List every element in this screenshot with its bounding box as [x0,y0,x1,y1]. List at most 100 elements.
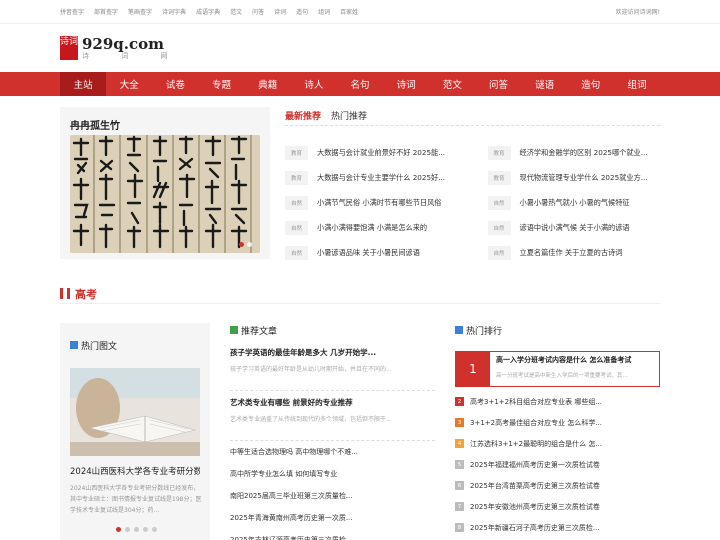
nav-item[interactable]: 诗人 [291,72,337,96]
carousel-dot[interactable] [247,242,252,247]
news-item[interactable]: 教育 现代物流管理专业学什么 2025就业方... [487,165,661,190]
ranking-top-item[interactable]: 1 高一入学分班考试内容是什么 怎么准备考试 高一分班考试是高中新生入学后的一项… [455,351,660,387]
hero-image[interactable] [70,135,260,253]
article-link[interactable]: 2025年吉林辽源高考历史第三次质检... [230,529,435,540]
top-link[interactable]: 笔画查字 [128,7,152,16]
rank-summary: 高一分班考试是高中新生入学后的一项重要考试，其... [496,373,628,379]
rank-title[interactable]: 2025年福建福州高考历史第一次质检试卷 [470,460,600,470]
rank-number: 3 [455,418,464,427]
nav-item[interactable]: 范文 [429,72,475,96]
top-link[interactable]: 成语字典 [196,7,220,16]
tab-latest[interactable]: 最新推荐 [285,109,321,122]
news-title[interactable]: 小暑小暑热气就小 小暑的气候特征 [520,198,630,208]
ranking-item[interactable]: 8 2025年新疆石河子高考历史第三次质检... [455,517,660,538]
news-item[interactable]: 教育 大数据与会计就业前景好不好 2025能... [285,140,458,165]
top-link[interactable]: 造句 [296,7,308,16]
welcome-text: 欢迎访问诗词网! [615,9,660,16]
article-link[interactable]: 南阳2025届高三毕业班第三次质量检... [230,485,435,507]
nav-item[interactable]: 问答 [475,72,521,96]
nav-item[interactable]: 典籍 [245,72,291,96]
nav-item[interactable]: 造句 [568,72,614,96]
article-title[interactable]: 艺术类专业有哪些 前景好的专业推荐 [230,397,435,408]
logo-icon[interactable]: 诗词 [60,36,78,60]
rank-title[interactable]: 江苏选科3+1+2最聪明的组合是什么 怎... [470,439,602,449]
nav-item[interactable]: 谜语 [522,72,568,96]
rank-title[interactable]: 2025年安徽池州高考历史第三次质检试卷 [470,502,600,512]
image-icon [70,341,78,349]
rank-title[interactable]: 高一入学分班考试内容是什么 怎么准备考试 [496,355,631,365]
news-item[interactable]: 自然 小满节气民俗 小满时节有哪些节日风俗 [285,190,458,215]
article-link[interactable]: 中等生适合选物理吗 高中物理哪个不难... [230,441,435,463]
news-title[interactable]: 立夏名篇佳作 关于立夏的古诗词 [520,248,623,258]
nav-item[interactable]: 诗词 [383,72,429,96]
news-item[interactable]: 自然 小暑谚语品味 关于小暑民间谚语 [285,240,458,265]
news-title[interactable]: 小暑谚语品味 关于小暑民间谚语 [317,248,420,258]
article-summary: 孩子学习英语的最好年龄是从幼儿时期开始，并且在不同的... [230,366,392,373]
feature-image[interactable] [70,368,200,456]
nav-item[interactable]: 大全 [106,72,152,96]
top-link[interactable]: 百家姓 [340,7,358,16]
rank-title[interactable]: 3+1+2高考最佳组合对应专业 怎么科学... [470,418,602,428]
news-title[interactable]: 小满节气民俗 小满时节有哪些节日风俗 [317,198,441,208]
ranking-item[interactable]: 3 3+1+2高考最佳组合对应专业 怎么科学... [455,412,660,433]
article-title[interactable]: 孩子学英语的最佳年龄是多大 几岁开始学... [230,347,435,358]
nav-item[interactable]: 专题 [198,72,244,96]
news-title[interactable]: 小满小满得要饱满 小满是怎么来的 [317,223,427,233]
logo-row: 诗词 929q.com 诗 词 网 [0,24,720,72]
nav-item[interactable]: 组词 [614,72,660,96]
carousel-dot[interactable] [134,527,139,532]
hero-title[interactable]: 冉冉孤生竹 [60,107,270,133]
rank-title[interactable]: 2025年新疆石河子高考历史第三次质检... [470,523,600,533]
news-item[interactable]: 教育 大数据与会计专业主要学什么 2025好... [285,165,458,190]
news-item[interactable]: 自然 谚语中说小满气候 关于小满的谚语 [487,215,661,240]
tab-hot[interactable]: 热门推荐 [331,109,367,122]
news-tag: 自然 [487,220,511,235]
nav-item-home[interactable]: 主站 [60,72,107,96]
news-item[interactable]: 自然 立夏名篇佳作 关于立夏的古诗词 [487,240,661,265]
ranking-item[interactable]: 5 2025年福建福州高考历史第一次质检试卷 [455,454,660,475]
rank-title[interactable]: 高考3+1+2科目组合对应专业表 哪些组... [470,397,602,407]
top-link[interactable]: 范文 [230,7,242,16]
news-list: 教育 大数据与会计就业前景好不好 2025能... 教育 经济学和金融学的区别 20… [285,140,660,265]
carousel-dots [239,242,252,247]
rank-title[interactable]: 2025年台湾苗栗高考历史第三次质检试卷 [470,481,600,491]
top-link[interactable]: 诗词字典 [162,7,186,16]
article-link[interactable]: 2025年青海黄南州高考历史第一次质... [230,507,435,529]
carousel-dot[interactable] [239,242,244,247]
news-item[interactable]: 自然 小暑小暑热气就小 小暑的气候特征 [487,190,661,215]
feature-title[interactable]: 2024山西医科大学各专业考研分数线... [70,465,200,477]
carousel-dot[interactable] [116,527,121,532]
carousel-dot[interactable] [125,527,130,532]
ranking-icon [455,326,463,334]
news-title[interactable]: 大数据与会计就业前景好不好 2025能... [317,148,445,158]
rank-number: 8 [455,523,464,532]
news-item[interactable]: 教育 经济学和金融学的区别 2025哪个就业... [487,140,661,165]
nav-item[interactable]: 试卷 [152,72,198,96]
top-link[interactable]: 组词 [318,7,330,16]
top-link[interactable]: 部首查字 [94,7,118,16]
hero-carousel[interactable]: 冉冉孤生竹 [60,107,270,259]
news-title[interactable]: 大数据与会计专业主要学什么 2025好... [317,173,445,183]
news-title[interactable]: 现代物流管理专业学什么 2025就业方... [520,173,648,183]
top-link[interactable]: 诗词 [274,7,286,16]
featured-article[interactable]: 孩子学英语的最佳年龄是多大 几岁开始学... 孩子学习英语的最好年龄是从幼儿时期… [230,347,435,391]
news-item[interactable]: 自然 小满小满得要饱满 小满是怎么来的 [285,215,458,240]
nav-item[interactable]: 名句 [337,72,383,96]
carousel-dot[interactable] [152,527,157,532]
ranking-item[interactable]: 2 高考3+1+2科目组合对应专业表 哪些组... [455,391,660,412]
logo[interactable]: 929q.com 诗 词 网 [82,36,182,61]
top-links: 拼音查字 部首查字 笔画查字 诗词字典 成语字典 范文 问答 诗词 造句 组词 … [60,7,358,16]
news-tag: 自然 [487,245,511,260]
section-title[interactable]: 高考 [75,286,97,302]
ranking-item[interactable]: 4 江苏选科3+1+2最聪明的组合是什么 怎... [455,433,660,454]
ranking-item[interactable]: 6 2025年台湾苗栗高考历史第三次质检试卷 [455,475,660,496]
top-link[interactable]: 拼音查字 [60,7,84,16]
logo-name: 929q.com [82,34,165,53]
featured-article[interactable]: 艺术类专业有哪些 前景好的专业推荐 艺术类专业涵盖了从传统到现代的多个领域，包括… [230,397,435,441]
ranking-item[interactable]: 7 2025年安徽池州高考历史第三次质检试卷 [455,496,660,517]
carousel-dot[interactable] [143,527,148,532]
top-link[interactable]: 问答 [252,7,264,16]
news-title[interactable]: 经济学和金融学的区别 2025哪个就业... [520,148,648,158]
article-link[interactable]: 高中所学专业怎么填 如何填写专业 [230,463,435,485]
news-title[interactable]: 谚语中说小满气候 关于小满的谚语 [520,223,630,233]
